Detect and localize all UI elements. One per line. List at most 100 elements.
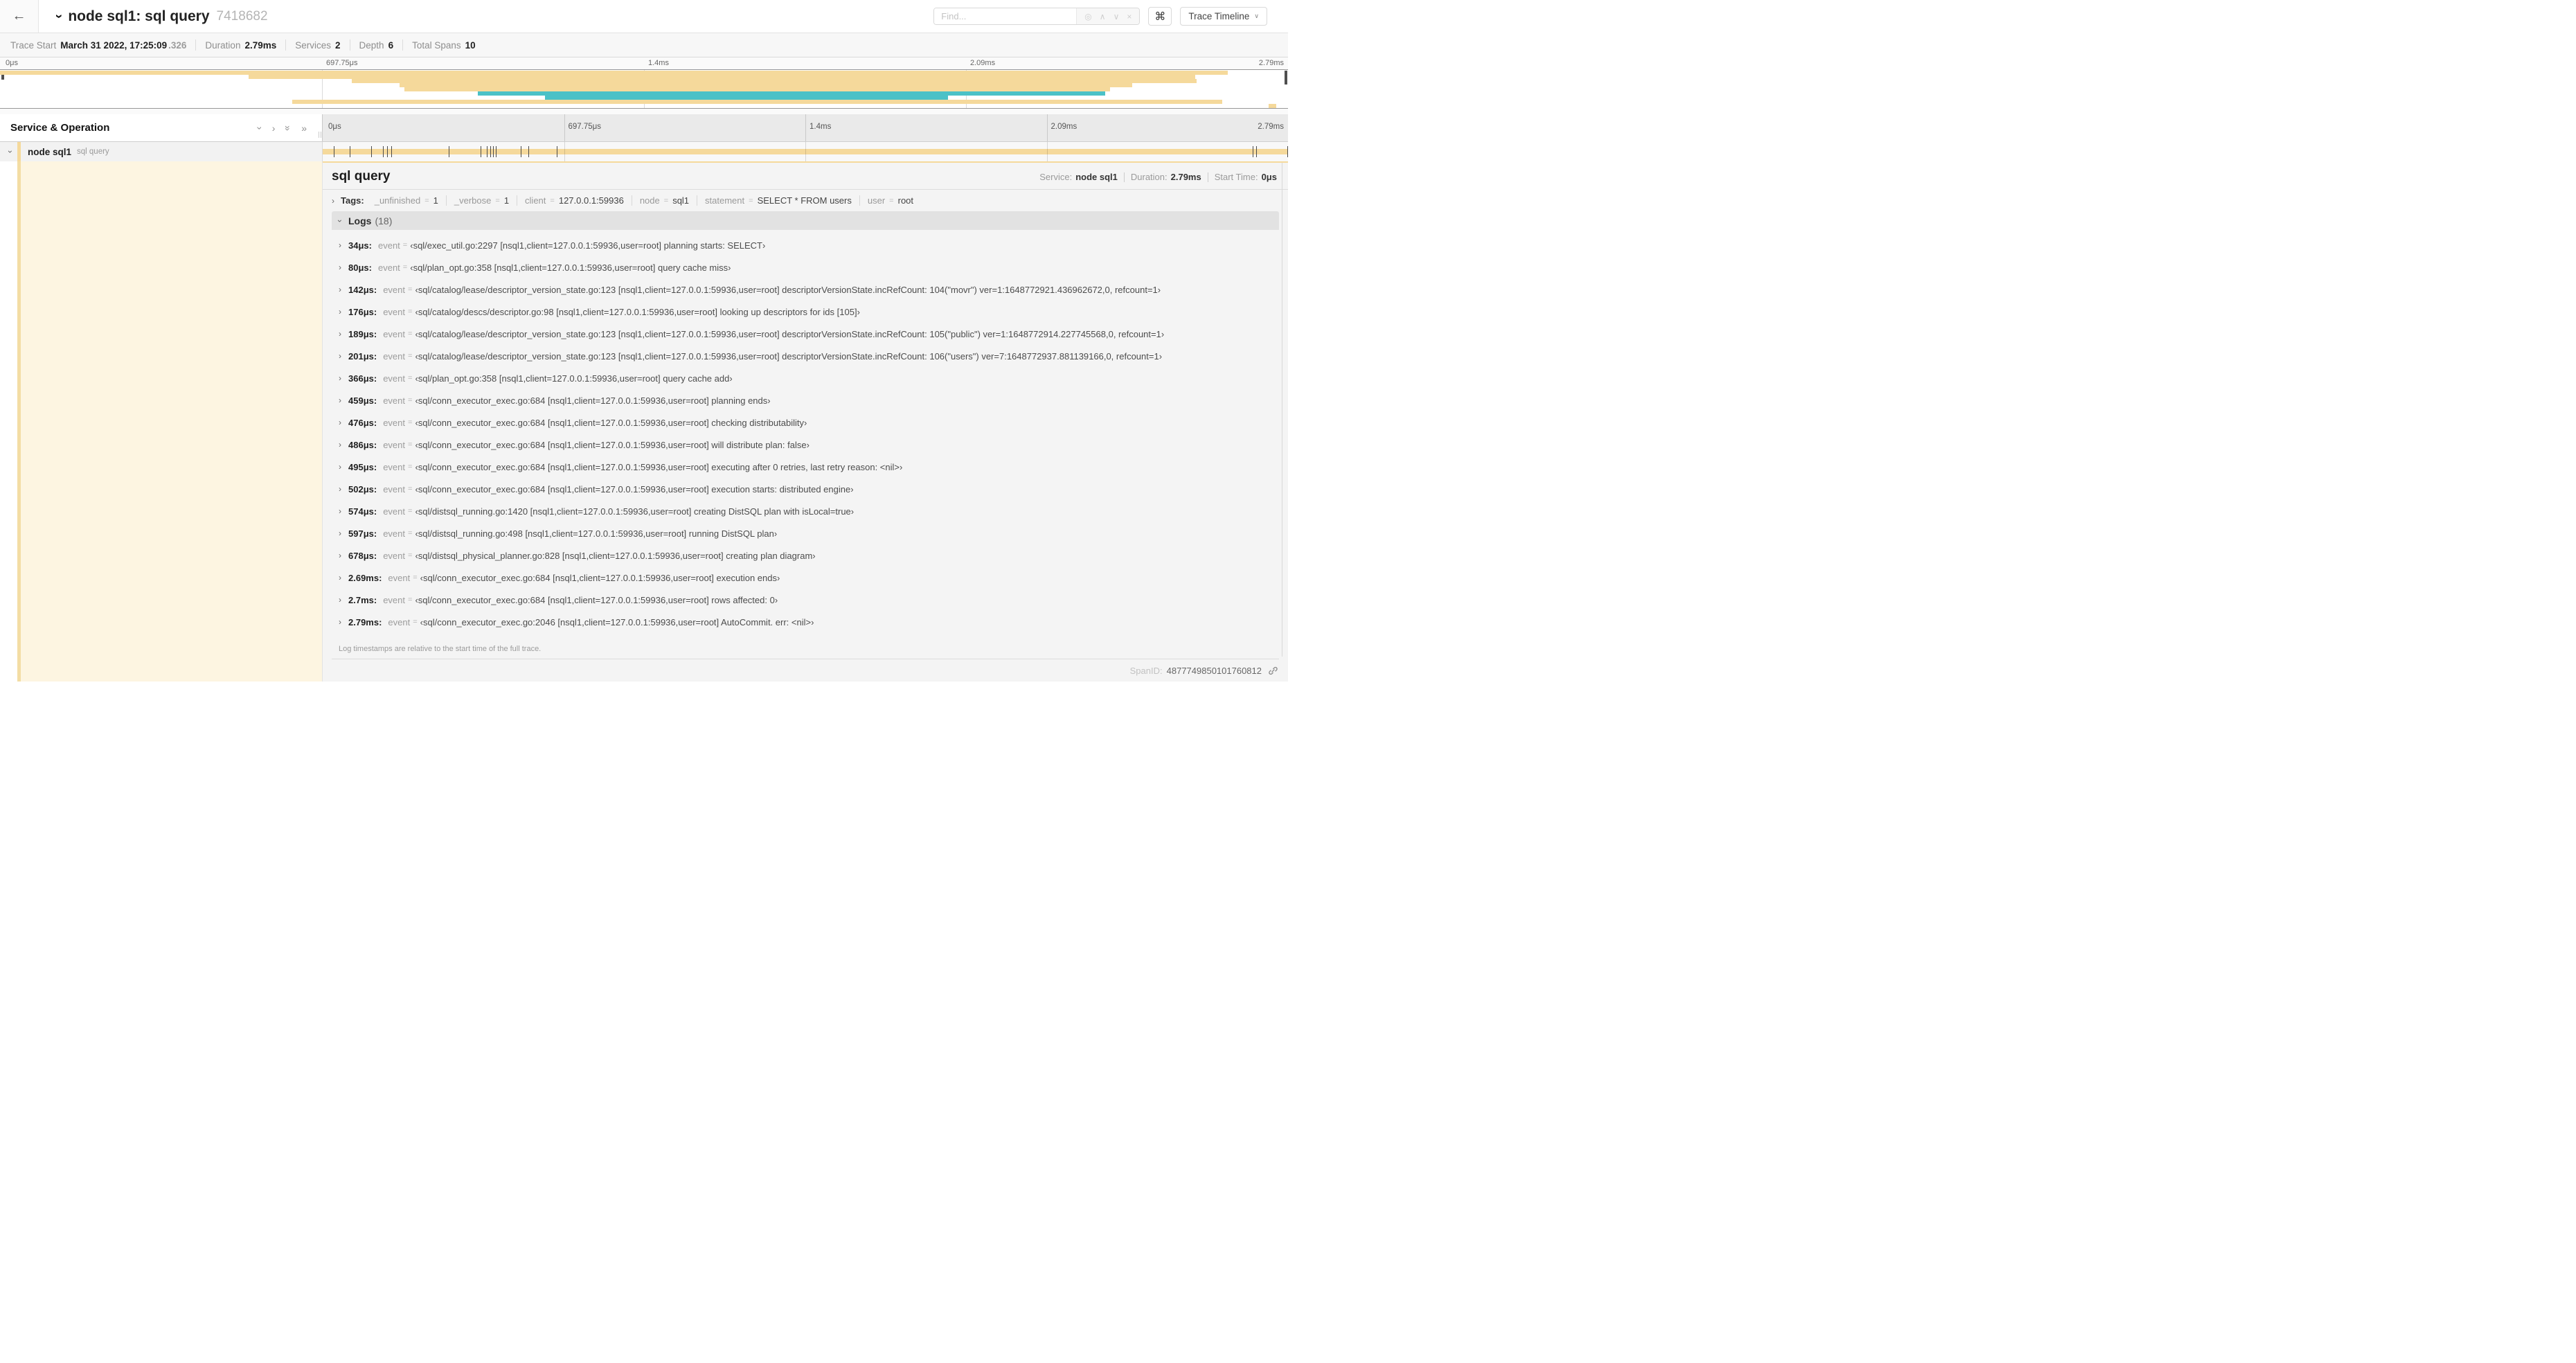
tag-value: sql1	[672, 195, 690, 206]
tag-item: user = root	[859, 195, 921, 206]
chevron-right-icon: ›	[339, 395, 341, 405]
log-field-value: ‹sql/conn_executor_exec.go:684 [nsql1,cl…	[415, 483, 854, 495]
keyboard-shortcuts-button[interactable]: ⌘	[1148, 7, 1172, 26]
log-row[interactable]: › 459μs: event = ‹sql/conn_executor_exec.go:…	[332, 389, 1279, 411]
logs-list: › 34μs: event = ‹sql/exec_util.go:2297 [nsql…	[332, 230, 1279, 633]
minimap-tick-label: 1.4ms	[648, 59, 669, 67]
tag-key: client	[525, 195, 546, 206]
view-selector-button[interactable]: Trace Timeline ∨	[1180, 7, 1267, 26]
minimap-right-scrubber[interactable]	[1285, 71, 1287, 84]
back-button[interactable]: ←	[0, 0, 39, 33]
log-timestamp: 476μs:	[348, 417, 377, 428]
log-row[interactable]: › 34μs: event = ‹sql/exec_util.go:2297 [nsql…	[332, 234, 1279, 256]
log-field-value: ‹sql/exec_util.go:2297 [nsql1,client=127…	[410, 240, 766, 251]
find-tools: ◎ ∧ ∨ ×	[1076, 8, 1140, 24]
tag-key: statement	[705, 195, 745, 206]
minimap-tick-label: 697.75μs	[326, 59, 358, 67]
log-timestamp: 189μs:	[348, 328, 377, 339]
equals-sign: =	[408, 308, 413, 316]
log-row[interactable]: › 502μs: event = ‹sql/conn_executor_exec.go:…	[332, 478, 1279, 500]
equals-sign: =	[408, 396, 413, 404]
log-row[interactable]: › 486μs: event = ‹sql/conn_executor_exec.go:…	[332, 434, 1279, 456]
tag-key: _unfinished	[374, 195, 421, 206]
deep-link-icon[interactable]	[1268, 666, 1278, 676]
log-field-value: ‹sql/catalog/lease/descriptor_version_st…	[415, 328, 1165, 339]
clear-find-icon[interactable]: ×	[1127, 12, 1132, 21]
log-row[interactable]: › 201μs: event = ‹sql/catalog/lease/descript…	[332, 345, 1279, 367]
trace-title-group[interactable]: › node sql1: sql query 7418682	[52, 8, 268, 25]
log-row[interactable]: › 2.69ms: event = ‹sql/conn_executor_exec.go…	[332, 567, 1279, 589]
chevron-right-icon: ›	[339, 528, 341, 538]
log-field-key: event	[388, 572, 411, 583]
log-field-value: ‹sql/catalog/descs/descriptor.go:98 [nsq…	[415, 306, 860, 317]
log-field-key: event	[383, 284, 406, 295]
back-arrow-icon: ←	[12, 8, 26, 24]
log-field-key: event	[383, 395, 406, 406]
log-event-tick	[486, 146, 488, 157]
log-row[interactable]: › 678μs: event = ‹sql/distsql_physical_plann…	[332, 544, 1279, 567]
log-row[interactable]: › 142μs: event = ‹sql/catalog/lease/descript…	[332, 278, 1279, 301]
log-row[interactable]: › 366μs: event = ‹sql/plan_opt.go:358 [nsql1…	[332, 367, 1279, 389]
minimap-canvas[interactable]	[0, 69, 1288, 109]
summary-item: Services 2	[285, 39, 349, 51]
meta-value: 2.79ms	[1170, 172, 1201, 182]
logs-header[interactable]: › Logs (18)	[332, 211, 1279, 230]
tag-value: root	[897, 195, 914, 206]
find-group: ◎ ∧ ∨ ×	[933, 8, 1141, 25]
log-field-value: ‹sql/distsql_running.go:1420 [nsql1,clie…	[415, 506, 855, 517]
summary-value: 6	[388, 39, 394, 51]
log-row[interactable]: › 495μs: event = ‹sql/conn_executor_exec.go:…	[332, 456, 1279, 478]
log-field-key: event	[383, 417, 406, 428]
chevron-down-icon: ›	[6, 150, 15, 153]
log-row[interactable]: › 476μs: event = ‹sql/conn_executor_exec.go:…	[332, 411, 1279, 434]
summary-item: Depth 6	[349, 39, 403, 51]
summary-value: March 31 2022, 17:25:09	[60, 39, 168, 51]
log-field-key: event	[383, 594, 406, 605]
timeline-tick-label: 2.79ms	[1258, 123, 1284, 131]
service-color-accent	[17, 142, 21, 161]
expand-all-icon[interactable]: »	[301, 123, 307, 133]
minimap-span-bar	[292, 100, 1223, 104]
grid-line	[805, 142, 806, 161]
next-match-icon[interactable]: ∨	[1113, 12, 1120, 21]
grid-line	[564, 114, 565, 141]
chevron-right-icon: ›	[339, 595, 341, 605]
grid-line	[1046, 142, 1048, 161]
log-field-key: event	[377, 240, 400, 251]
log-timestamp: 2.7ms:	[348, 594, 377, 605]
log-event-tick	[490, 146, 491, 157]
span-bar-track[interactable]	[323, 142, 1288, 161]
collapse-all-icon[interactable]: »	[283, 125, 294, 131]
tag-item: _unfinished = 1	[367, 195, 446, 206]
find-input[interactable]	[934, 8, 1077, 24]
equals-sign: =	[408, 374, 413, 382]
match-locate-icon[interactable]: ◎	[1084, 12, 1091, 21]
log-row[interactable]: › 80μs: event = ‹sql/plan_opt.go:358 [nsql1,…	[332, 256, 1279, 278]
tag-item: node = sql1	[631, 195, 697, 206]
log-row[interactable]: › 176μs: event = ‹sql/catalog/descs/descript…	[332, 301, 1279, 323]
column-resizer-grip[interactable]	[319, 132, 321, 138]
log-row[interactable]: › 2.79ms: event = ‹sql/conn_executor_exec.go…	[332, 611, 1279, 633]
equals-sign: =	[749, 196, 753, 205]
log-row[interactable]: › 2.7ms: event = ‹sql/conn_executor_exec.go:…	[332, 589, 1279, 611]
chevron-right-icon: ›	[339, 262, 341, 272]
span-id-value: 4877749850101760812	[1166, 665, 1262, 676]
summary-label: Trace Start	[10, 39, 57, 51]
detail-left-gutter	[0, 161, 323, 682]
chevron-right-icon: ›	[339, 373, 341, 383]
log-timestamp: 2.69ms:	[348, 572, 382, 583]
tags-row[interactable]: › Tags: _unfinished = 1 _verbose = 1 client = 12…	[323, 190, 1288, 211]
columns-header: Service & Operation › › » » 0μs 697.75μs 1…	[0, 114, 1288, 142]
log-row[interactable]: › 574μs: event = ‹sql/distsql_running.go:142…	[332, 500, 1279, 522]
span-row-label[interactable]: › node sql1 sql query	[0, 142, 323, 161]
collapse-one-icon[interactable]: ›	[254, 126, 265, 130]
expand-one-icon[interactable]: ›	[272, 123, 276, 133]
tag-value: SELECT * FROM users	[757, 195, 852, 206]
equals-sign: =	[408, 330, 413, 338]
log-row[interactable]: › 597μs: event = ‹sql/distsql_running.go:498…	[332, 522, 1279, 544]
log-timestamp: 486μs:	[348, 439, 377, 450]
prev-match-icon[interactable]: ∧	[1100, 12, 1106, 21]
log-row[interactable]: › 189μs: event = ‹sql/catalog/lease/descript…	[332, 323, 1279, 345]
log-field-key: event	[383, 506, 406, 517]
chevron-right-icon: ›	[339, 551, 341, 560]
